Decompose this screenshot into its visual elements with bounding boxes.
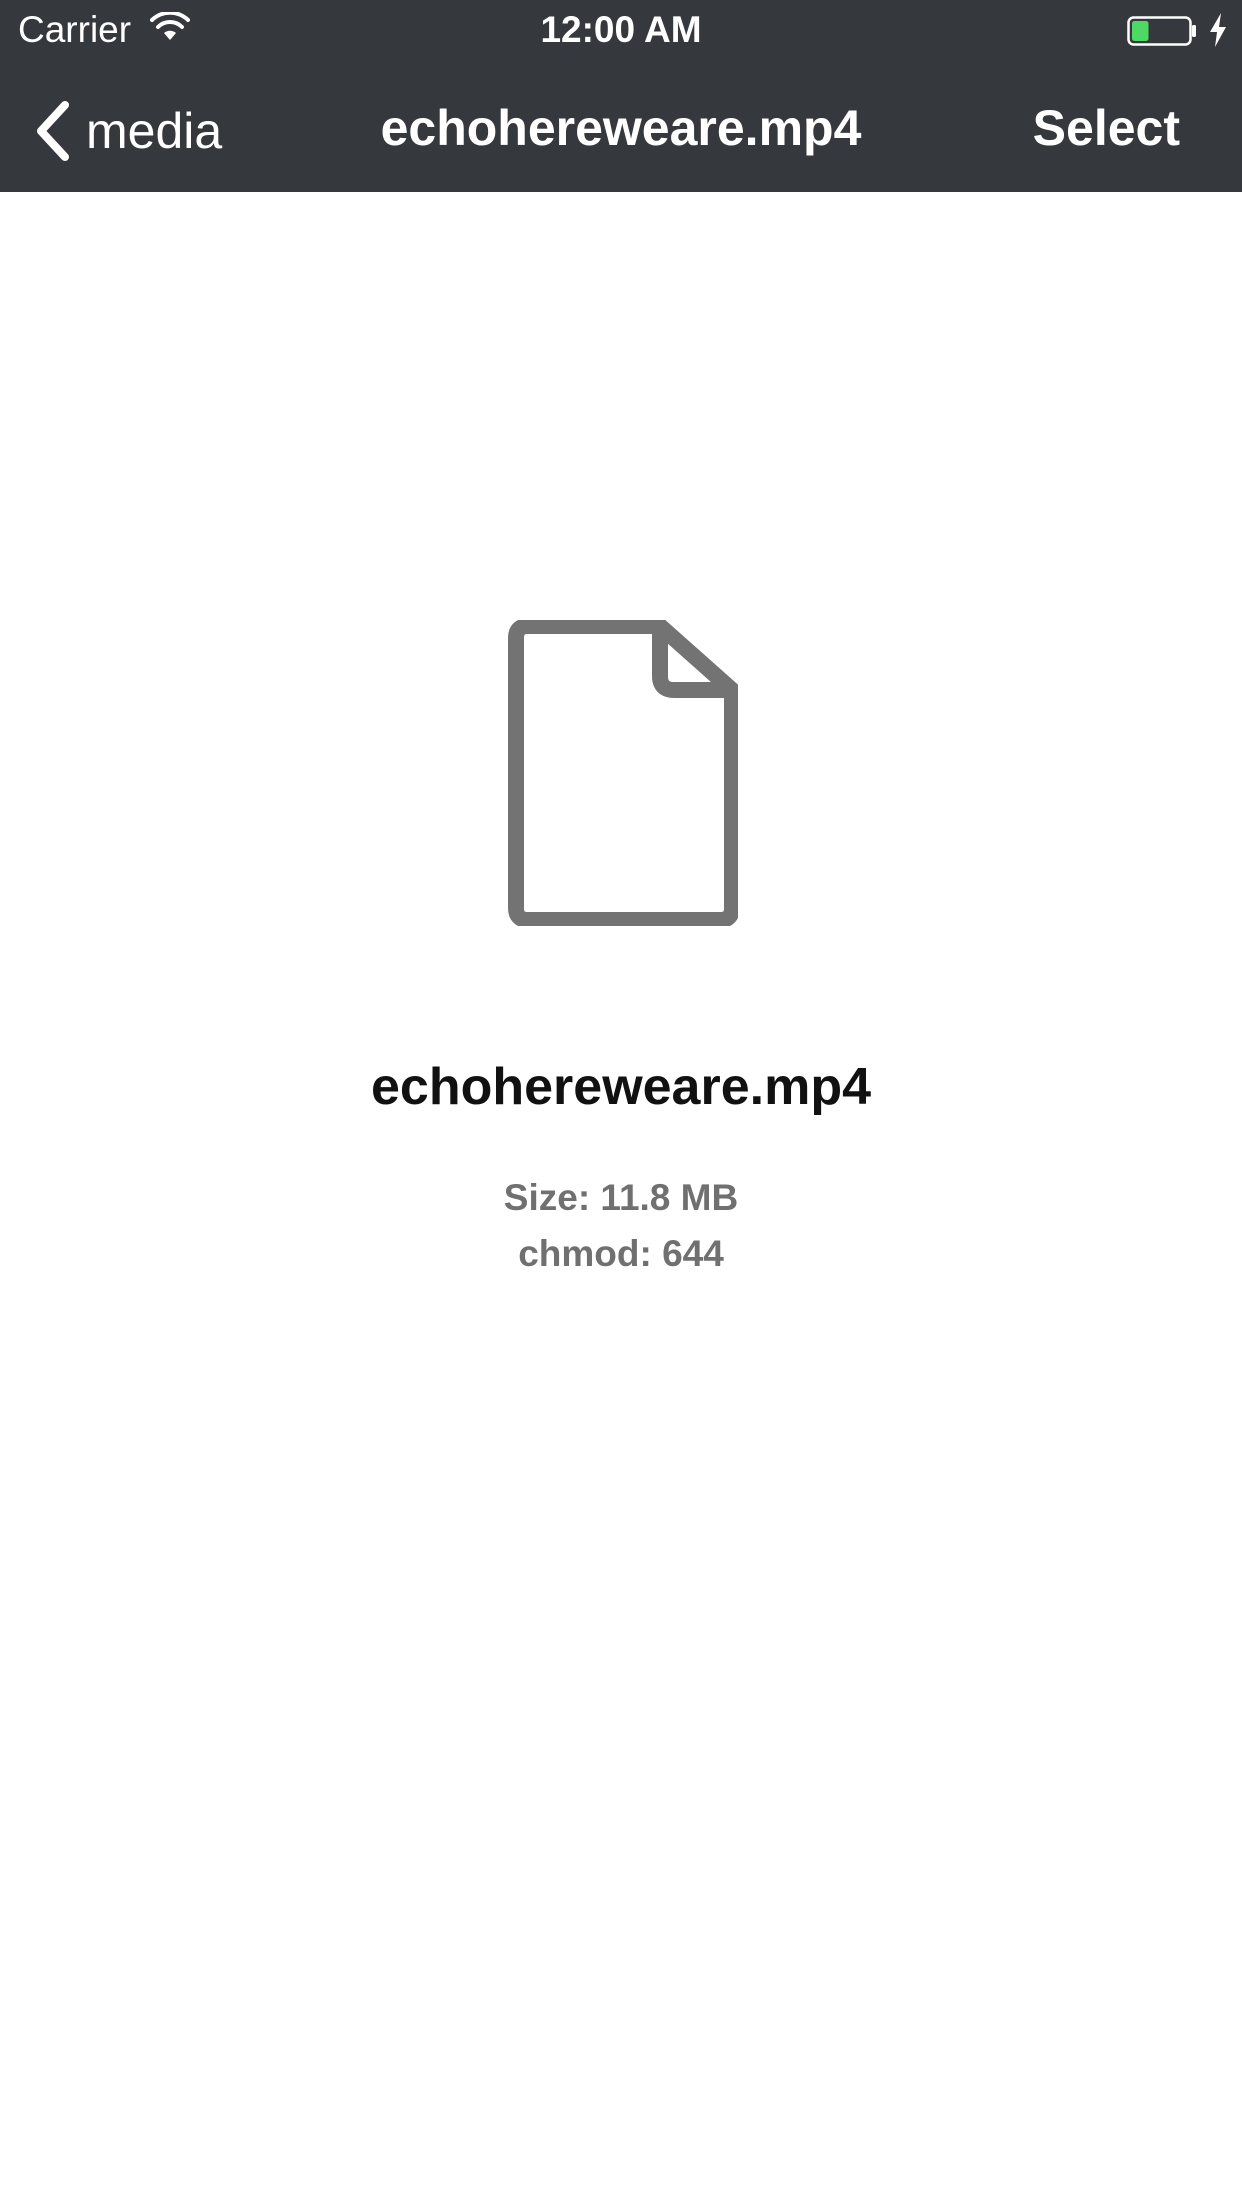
battery-fill [1132,21,1149,41]
file-permissions: chmod: 644 [518,1233,724,1274]
battery-icon [1127,16,1196,46]
file-meta: Size: 11.8 MB chmod: 644 [0,1170,1242,1282]
select-button[interactable]: Select [1033,96,1180,160]
top-bar: Carrier 12:00 AM media echohereweare.mp4… [0,0,1242,192]
file-size: Size: 11.8 MB [503,1177,739,1218]
document-icon [508,620,738,926]
status-time: 12:00 AM [540,9,702,50]
charging-bolt-icon [1210,13,1226,47]
chevron-left-icon [37,101,69,161]
back-button-label: media [86,103,223,159]
file-name: echohereweare.mp4 [370,1058,872,1116]
file-detail-screen: Carrier 12:00 AM media echohereweare.mp4… [0,0,1242,2208]
status-bar: Carrier 12:00 AM [0,0,1242,60]
navigation-bar: media echohereweare.mp4 Select [0,60,1242,192]
back-button[interactable]: media [32,96,222,166]
